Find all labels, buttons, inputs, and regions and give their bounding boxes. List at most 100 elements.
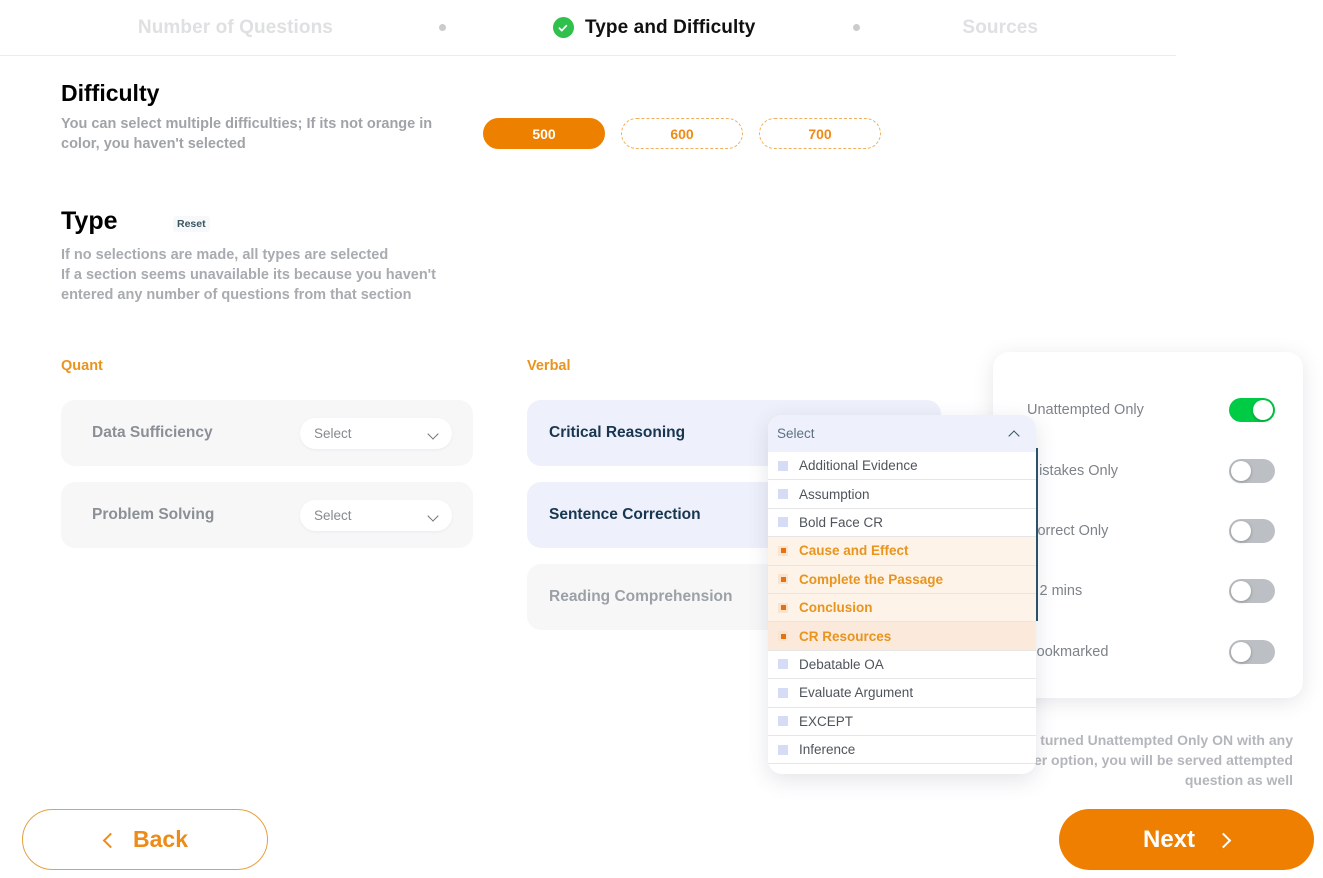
difficulty-option-700[interactable]: 700	[759, 118, 881, 149]
toggle-switch-mistakes-only[interactable]	[1229, 459, 1275, 483]
question-builder-screen: Number of Questions Type and Difficulty …	[0, 0, 1323, 878]
chevron-left-icon	[102, 833, 115, 846]
dropdown-option-label: Additional Evidence	[799, 458, 918, 474]
next-button-label: Next	[1142, 825, 1196, 853]
step-number-of-questions[interactable]: Number of Questions	[138, 17, 333, 39]
checkbox-icon[interactable]	[778, 460, 788, 471]
dropdown-option[interactable]: Conclusion	[768, 593, 1036, 623]
difficulty-heading: Difficulty	[61, 80, 160, 106]
critical-reasoning-dropdown: Select Additional Evidence Assumption Bo…	[768, 415, 1036, 775]
toggle-row-greater-than-2-mins: > 2 mins	[1027, 578, 1275, 604]
difficulty-options: 500 600 700	[483, 118, 881, 149]
column-heading-verbal: Verbal	[527, 358, 571, 374]
difficulty-option-500[interactable]: 500	[483, 118, 605, 149]
toggle-switch-unattempted-only[interactable]	[1229, 398, 1275, 422]
toggle-label: Unattempted Only	[1027, 402, 1144, 418]
dropdown-option-label: EXCEPT	[799, 713, 854, 729]
type-card-label: Reading Comprehension	[549, 588, 733, 605]
checkbox-checked-icon[interactable]	[778, 545, 788, 556]
chevron-right-icon	[1217, 833, 1230, 846]
toggle-switch-greater-than-2-mins[interactable]	[1229, 579, 1275, 603]
dropdown-option[interactable]: Evaluate Argument	[768, 679, 1036, 708]
wizard-stepper: Number of Questions Type and Difficulty …	[0, 0, 1176, 56]
checkbox-icon[interactable]	[778, 659, 788, 670]
step-type-and-difficulty[interactable]: Type and Difficulty	[552, 16, 756, 39]
dropdown-placeholder: Select	[777, 426, 815, 441]
select-dropdown-problem-solving[interactable]: Select	[300, 499, 452, 531]
dropdown-option[interactable]: Assumption	[768, 480, 1036, 509]
dropdown-options-list: Additional Evidence Assumption Bold Face…	[768, 452, 1036, 775]
unattempted-only-note: ve turned Unattempted Only ON with any o…	[1012, 732, 1293, 788]
checkbox-icon[interactable]	[778, 716, 788, 727]
dropdown-option[interactable]: Inference	[768, 736, 1036, 765]
checkbox-icon[interactable]	[778, 687, 788, 698]
type-card-label: Data Sufficiency	[92, 424, 213, 441]
filter-toggle-panel: Unattempted Only Mistakes Only Correct O…	[993, 352, 1303, 698]
next-button[interactable]: Next	[1059, 809, 1314, 870]
step-label: Sources	[962, 16, 1039, 38]
dropdown-option[interactable]: Complete the Passage	[768, 565, 1036, 594]
checkbox-icon[interactable]	[778, 744, 788, 755]
type-card-data-sufficiency[interactable]: Data Sufficiency Select	[61, 400, 473, 466]
dropdown-option-label: Debatable OA	[799, 656, 884, 672]
checkbox-icon[interactable]	[778, 489, 788, 500]
step-separator-dot-icon	[438, 24, 446, 31]
dropdown-option-label: Conclusion	[799, 600, 873, 616]
toggle-knob	[1231, 521, 1251, 541]
dropdown-option[interactable]: Bold Face CR	[768, 509, 1036, 538]
toggle-label: Bookmarked	[1027, 644, 1109, 660]
checkbox-icon[interactable]	[778, 517, 788, 528]
dropdown-option[interactable]: Debatable OA	[768, 651, 1036, 680]
type-reset-button[interactable]: Reset	[173, 216, 210, 232]
toggle-knob	[1231, 581, 1251, 601]
dropdown-option-label: CR Resources	[799, 628, 892, 644]
check-circle-icon	[552, 17, 574, 38]
type-card-label: Critical Reasoning	[549, 424, 686, 441]
back-button-label: Back	[133, 826, 188, 852]
toggle-knob	[1231, 461, 1251, 481]
select-placeholder: Select	[314, 425, 352, 441]
checkbox-checked-icon[interactable]	[778, 631, 788, 642]
toggle-row-correct-only: Correct Only	[1027, 518, 1275, 544]
dropdown-option-label: Cause and Effect	[799, 543, 909, 559]
chevron-up-icon	[1009, 428, 1021, 440]
type-card-label: Sentence Correction	[549, 506, 701, 523]
type-card-problem-solving[interactable]: Problem Solving Select	[61, 482, 473, 548]
toggle-knob	[1253, 400, 1273, 420]
panel-scroll-indicator[interactable]	[1036, 448, 1038, 621]
step-label: Type and Difficulty	[584, 16, 756, 38]
dropdown-option-label: Inference	[799, 742, 856, 758]
difficulty-subtitle: You can select multiple difficulties; If…	[61, 116, 433, 152]
toggle-label: Correct Only	[1027, 523, 1109, 539]
dropdown-option[interactable]: Additional Evidence	[768, 452, 1036, 481]
toggle-switch-correct-only[interactable]	[1229, 519, 1275, 543]
type-card-label: Problem Solving	[92, 506, 215, 523]
chevron-down-icon	[428, 428, 439, 439]
step-label: Number of Questions	[137, 16, 333, 38]
toggle-label: Mistakes Only	[1027, 463, 1119, 479]
toggle-knob	[1231, 642, 1251, 662]
dropdown-option-label: Assumption	[799, 486, 870, 502]
type-heading: Type	[61, 207, 118, 235]
dropdown-option-label: Bold Face CR	[799, 514, 884, 530]
toggle-switch-bookmarked[interactable]	[1229, 640, 1275, 664]
column-heading-quant: Quant	[61, 358, 103, 374]
toggle-row-mistakes-only: Mistakes Only	[1027, 458, 1275, 484]
select-placeholder: Select	[314, 507, 352, 523]
toggle-row-unattempted-only: Unattempted Only	[1027, 397, 1275, 423]
select-dropdown-data-sufficiency[interactable]: Select	[300, 417, 452, 449]
dropdown-option[interactable]: EXCEPT	[768, 708, 1036, 736]
dropdown-option[interactable]: CR Resources	[768, 622, 1036, 651]
dropdown-option-label: Evaluate Argument	[799, 685, 914, 701]
checkbox-checked-icon[interactable]	[778, 574, 788, 585]
checkbox-checked-icon[interactable]	[778, 602, 788, 613]
toggle-row-bookmarked: Bookmarked	[1027, 639, 1275, 665]
dropdown-option[interactable]: Cause and Effect	[768, 537, 1036, 566]
step-sources[interactable]: Sources	[962, 17, 1038, 39]
dropdown-toggle[interactable]: Select	[768, 415, 1036, 452]
chevron-down-icon	[428, 510, 439, 521]
back-button[interactable]: Back	[22, 809, 268, 870]
difficulty-option-600[interactable]: 600	[621, 118, 743, 149]
dropdown-option-label: Complete the Passage	[799, 571, 944, 587]
type-subtitle: If no selections are made, all types are…	[61, 247, 436, 303]
